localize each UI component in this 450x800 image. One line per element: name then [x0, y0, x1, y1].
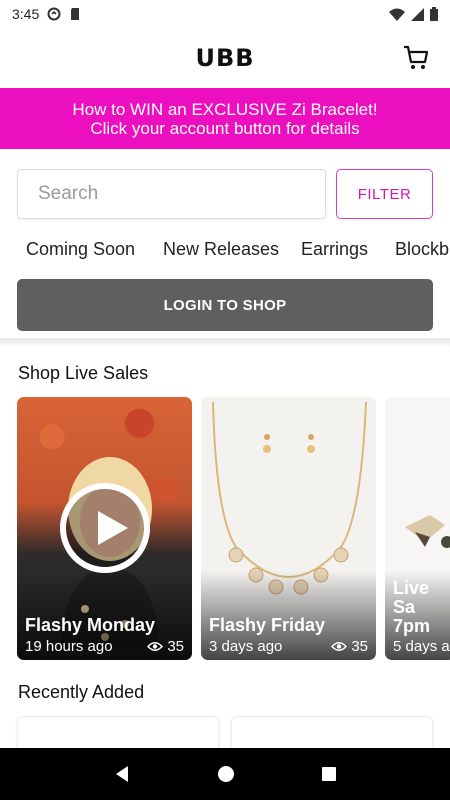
live-sale-card[interactable]: Flashy Friday 3 days ago 35 — [201, 397, 376, 660]
category-coming-soon[interactable]: Coming Soon — [26, 239, 135, 260]
battery-icon — [430, 7, 438, 21]
live-sale-card[interactable]: Live Sa 7pm 5 days a — [385, 397, 450, 660]
signal-icon — [411, 7, 424, 21]
category-new-releases[interactable]: New Releases — [163, 239, 279, 260]
status-time: 3:45 — [12, 6, 40, 22]
card-views: 35 — [331, 638, 368, 655]
eye-icon — [331, 642, 348, 651]
recents-icon[interactable] — [321, 766, 337, 782]
promo-line-1: How to WIN an EXCLUSIVE Zi Bracelet! — [72, 99, 378, 119]
filter-button[interactable]: FILTER — [336, 169, 433, 219]
card-views: 35 — [147, 638, 184, 655]
views-count: 35 — [351, 638, 368, 655]
card-title-line-1: Live Sa — [393, 578, 430, 617]
search-input[interactable] — [38, 183, 325, 205]
card-title: Flashy Monday — [25, 615, 156, 635]
section-divider — [0, 338, 450, 348]
app-bar: UBB — [0, 28, 450, 88]
recently-added-title: Recently Added — [18, 682, 145, 702]
promo-line-2: Click your account button for details — [90, 118, 360, 138]
card-title-line-2: 7pm — [393, 616, 431, 636]
card-time: 3 days ago — [209, 638, 283, 655]
play-icon[interactable] — [60, 483, 150, 573]
card-title: Live Sa 7pm — [393, 579, 450, 636]
app-title: UBB — [195, 44, 255, 72]
eye-icon — [147, 642, 164, 651]
card-time: 19 hours ago — [25, 638, 113, 655]
wifi-icon — [389, 8, 405, 21]
login-to-shop-button[interactable]: LOGIN TO SHOP — [17, 279, 433, 331]
promo-banner[interactable]: How to WIN an EXCLUSIVE Zi Bracelet! Cli… — [0, 88, 450, 149]
back-icon[interactable] — [113, 765, 131, 783]
status-bar: 3:45 — [0, 0, 450, 28]
category-blockbusters[interactable]: Blockb — [395, 239, 449, 260]
shop-live-sales-title: Shop Live Sales — [18, 363, 149, 383]
card-title: Flashy Friday — [209, 615, 326, 635]
search-box[interactable] — [17, 169, 326, 219]
data-saver-icon — [47, 7, 61, 21]
views-count: 35 — [167, 638, 184, 655]
live-sale-card[interactable]: Flashy Monday 19 hours ago 35 — [17, 397, 192, 660]
system-nav-bar — [0, 748, 450, 800]
cart-icon[interactable] — [402, 44, 430, 72]
card-time: 5 days a — [393, 638, 450, 655]
category-earrings[interactable]: Earrings — [301, 239, 368, 260]
sd-card-icon — [71, 8, 80, 20]
category-tabs: Coming Soon New Releases Earrings Blockb — [0, 232, 450, 268]
home-icon[interactable] — [217, 765, 235, 783]
